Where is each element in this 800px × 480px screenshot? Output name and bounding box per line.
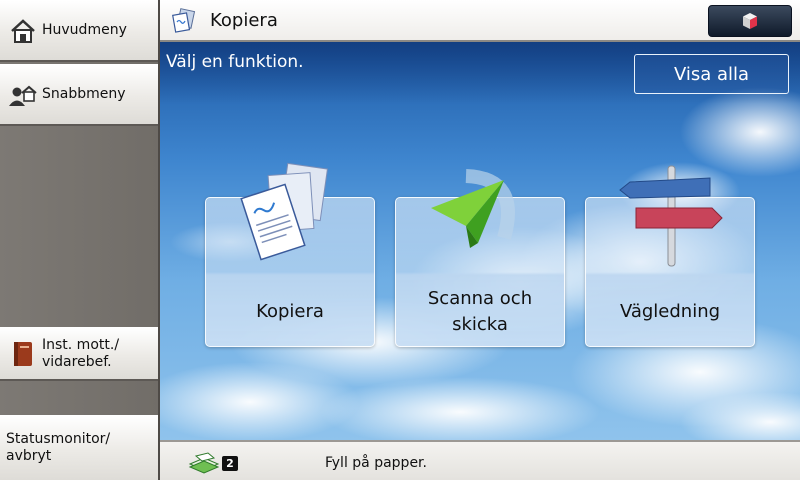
copier-app-icon	[172, 8, 196, 33]
quick-menu-button[interactable]: Snabbmeny	[0, 64, 158, 126]
book-icon	[14, 341, 32, 366]
scan-and-send-tile[interactable]: Scanna och skicka	[395, 169, 565, 347]
paper-stack-icon[interactable]	[188, 452, 220, 474]
scan-tile-label-line2: skicka	[452, 314, 508, 335]
page-title: Kopiera	[210, 10, 278, 31]
status-bar: 2 Fyll på papper.	[160, 440, 800, 480]
guidance-tile-label: Vägledning	[619, 301, 721, 322]
status-monitor-button[interactable]: Statusmonitor/ avbryt	[0, 415, 158, 480]
paper-count-badge: 2	[222, 456, 238, 471]
header-bar: Kopiera	[160, 0, 800, 42]
quick-menu-label: Snabbmeny	[42, 86, 126, 102]
function-prompt: Välj en funktion.	[166, 52, 304, 72]
inbox-label-line1: Inst. mott./	[42, 336, 120, 353]
show-all-button[interactable]: Visa alla	[634, 54, 789, 94]
copy-tile-label: Kopiera	[256, 301, 324, 322]
person-house-icon	[9, 85, 37, 106]
house-icon	[11, 18, 35, 43]
copy-documents-icon	[240, 162, 328, 261]
guidance-tile[interactable]: Vägledning	[585, 165, 755, 347]
signpost-icon	[619, 165, 723, 267]
status-label-line2: avbryt	[6, 448, 52, 464]
home-menu-label: Huvudmeny	[42, 22, 127, 38]
scan-tile-label-line1: Scanna och	[427, 288, 533, 309]
main-area: Välj en funktion. Visa alla Kopiera Scan…	[160, 42, 800, 440]
paper-plane-icon	[431, 169, 515, 248]
inbox-label-line2: vidarebef.	[42, 353, 112, 370]
sidebar: Huvudmeny Snabbmeny Inst. mott./ vidareb…	[0, 0, 160, 480]
energy-saver-button[interactable]	[708, 5, 792, 37]
status-message: Fyll på papper.	[325, 455, 427, 471]
status-label-line1: Statusmonitor/	[6, 431, 111, 447]
inbox-forward-settings-button[interactable]: Inst. mott./ vidarebef.	[0, 327, 158, 381]
energy-cube-icon	[743, 13, 757, 29]
copy-function-tile[interactable]: Kopiera	[205, 162, 375, 347]
home-menu-button[interactable]: Huvudmeny	[0, 0, 158, 62]
